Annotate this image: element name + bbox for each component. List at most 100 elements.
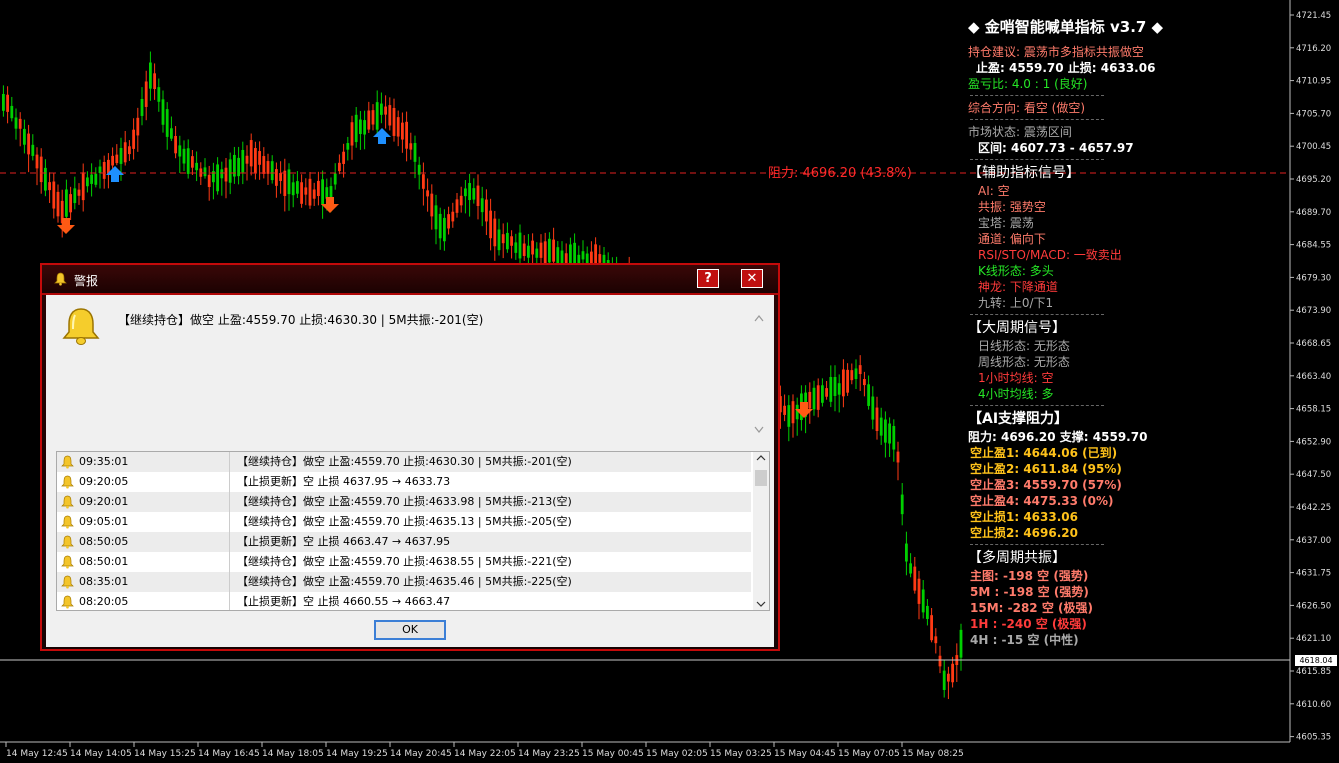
candle-body: [842, 369, 845, 397]
candle-body: [18, 118, 22, 129]
list-item[interactable]: 08:20:05 【止损更新】空 止损 4660.55 → 4663.47: [57, 592, 751, 610]
candle-body: [325, 187, 329, 199]
candle-body: [346, 143, 350, 150]
aux-item: 通道: 偏向下: [978, 232, 1046, 246]
list-item[interactable]: 09:20:05 【止损更新】空 止损 4637.95 → 4633.73: [57, 472, 751, 492]
list-item[interactable]: 08:35:01 【继续持仓】做空 止盈:4559.70 止损:4635.46 |…: [57, 572, 751, 592]
candle-body: [228, 159, 232, 183]
list-item[interactable]: 09:35:01 【继续持仓】做空 止盈:4559.70 止损:4630.30 |…: [57, 452, 751, 472]
alert-time: 09:35:01: [79, 455, 129, 468]
big-item: 周线形态: 无形态: [978, 355, 1070, 369]
alert-text: 【止损更新】空 止损 4663.47 → 4637.95: [237, 535, 451, 548]
candle-body: [262, 156, 266, 174]
candle-body: [338, 162, 341, 172]
bell-icon: [61, 535, 74, 549]
column-divider: [229, 472, 230, 492]
alert-history-list[interactable]: 09:35:01 【继续持仓】做空 止盈:4559.70 止损:4630.30 |…: [56, 451, 770, 611]
column-divider: [229, 492, 230, 512]
time-axis-label: 14 May 22:05: [454, 749, 516, 759]
candle-body: [426, 190, 429, 197]
help-button[interactable]: ?: [697, 269, 719, 288]
time-axis-label: 14 May 20:45: [390, 749, 452, 759]
candle-body: [384, 106, 387, 115]
candle-body: [144, 81, 148, 107]
candle-body: [111, 155, 114, 166]
candle-body: [115, 154, 119, 164]
bell-icon: [61, 555, 74, 569]
candle-body: [430, 193, 434, 217]
alert-time: 09:20:05: [79, 475, 129, 488]
candle-body: [317, 180, 320, 197]
candle-body: [136, 117, 140, 136]
divider: [970, 95, 1104, 96]
candle-body: [195, 162, 198, 171]
candle-body: [455, 199, 459, 213]
candle-body: [90, 174, 93, 184]
candle-body: [380, 103, 383, 115]
candle-body: [888, 423, 891, 444]
aux-item: 神龙: 下降通道: [978, 280, 1058, 294]
candle-body: [413, 143, 417, 162]
candle-body: [6, 94, 9, 112]
candle-body: [81, 172, 85, 201]
candle-body: [191, 156, 194, 168]
candle-body: [581, 251, 585, 260]
candle-body: [220, 169, 224, 179]
big-item: 4小时均线: 多: [978, 387, 1054, 401]
candle-body: [808, 391, 812, 409]
risk-reward: 盈亏比: 4.0 : 1 (良好): [968, 77, 1088, 91]
price-axis-label: 4631.75: [1296, 569, 1331, 579]
candle-body: [438, 213, 442, 239]
candle-body: [304, 187, 308, 195]
bell-icon: [61, 495, 74, 509]
candle-body: [896, 451, 900, 463]
candle-body: [94, 173, 98, 185]
market-state: 市场状态: 震荡区间: [968, 125, 1072, 139]
candle-body: [39, 156, 43, 183]
bell-icon: [61, 595, 74, 609]
buy-arrow-icon: [373, 128, 391, 144]
position-advice: 持仓建议: 震荡市多指标共振做空: [968, 45, 1144, 59]
candle-body: [480, 198, 484, 213]
ok-button[interactable]: OK: [374, 620, 446, 640]
candle-body: [854, 368, 858, 380]
time-axis-label: 15 May 02:05: [646, 749, 708, 759]
candle-body: [850, 370, 854, 381]
multi-period-signals: 主图: -198 空 (强势) 5M : -198 空 (强势) 15M: -282…: [968, 568, 1208, 648]
candle-body: [959, 629, 963, 658]
candle-body: [165, 109, 169, 137]
list-item[interactable]: 09:20:01 【继续持仓】做空 止盈:4559.70 止损:4633.98 |…: [57, 492, 751, 512]
message-scrollbar[interactable]: [752, 311, 766, 437]
candle-body: [321, 179, 324, 205]
candle-body: [296, 181, 299, 194]
candle-body: [241, 149, 245, 173]
history-scrollbar[interactable]: [753, 452, 769, 610]
candle-body: [123, 142, 127, 163]
candle-body: [65, 189, 68, 217]
candle-body: [409, 143, 413, 150]
candle-body: [783, 405, 786, 415]
candle-body: [224, 167, 228, 182]
list-item[interactable]: 08:50:01 【继续持仓】做空 止盈:4559.70 止损:4638.55 |…: [57, 552, 751, 572]
column-divider: [229, 452, 230, 472]
candle-body: [2, 94, 5, 111]
multi-item: 15M: -282 空 (极强): [970, 601, 1093, 615]
candle-body: [930, 615, 933, 641]
candle-body: [149, 62, 152, 89]
dialog-titlebar[interactable]: 警报 ? ✕: [42, 265, 778, 295]
close-button[interactable]: ✕: [741, 269, 763, 288]
list-item[interactable]: 09:05:01 【继续持仓】做空 止盈:4559.70 止损:4635.13 |…: [57, 512, 751, 532]
alert-text: 【止损更新】空 止损 4660.55 → 4663.47: [237, 595, 451, 608]
candle-body: [472, 188, 476, 200]
aux-item: 共振: 强势空: [978, 200, 1046, 214]
price-axis-label: 4652.90: [1296, 437, 1331, 447]
price-axis-label: 4695.20: [1296, 175, 1331, 185]
candle-body: [518, 232, 522, 259]
alert-text: 【继续持仓】做空 止盈:4559.70 止损:4630.30 | 5M共振:-2…: [237, 455, 572, 468]
levels-item: 空止损1: 4633.06: [970, 510, 1078, 524]
levels-item: 空止盈3: 4559.70 (57%): [970, 478, 1122, 492]
list-item[interactable]: 08:50:05 【止损更新】空 止损 4663.47 → 4637.95: [57, 532, 751, 552]
candle-body: [942, 670, 946, 690]
candle-body: [934, 636, 938, 644]
candle-body: [531, 240, 534, 255]
